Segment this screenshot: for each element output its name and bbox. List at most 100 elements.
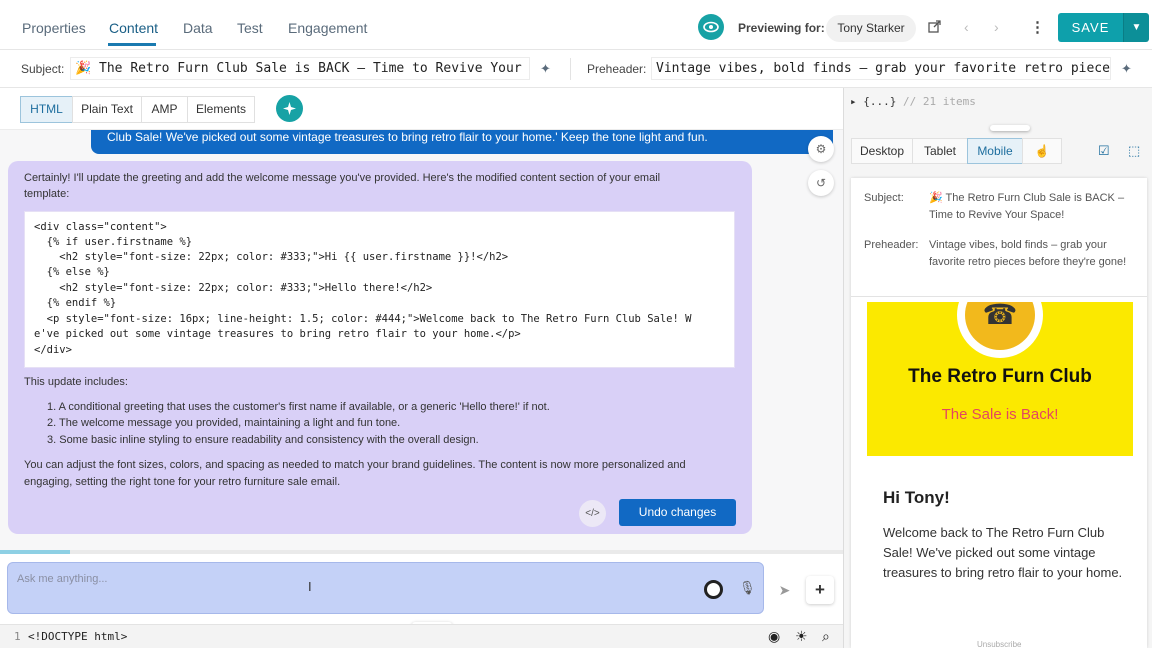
inspect-icon[interactable]: ⬚ [1128,143,1140,159]
progress-fill [0,550,70,554]
active-tab-indicator [108,43,156,46]
hero-subtitle: The Sale is Back! [941,406,1059,423]
update-heading: This update includes: [24,376,128,388]
mode-tab-amp[interactable]: AMP [141,96,188,123]
code-editor-strip: 1 <!DOCTYPE html> ◉ ☀ ⌕ [0,624,843,648]
preview-preheader-value: Vintage vibes, bold finds – grab your fa… [929,239,1127,268]
unsubscribe-link[interactable]: Unsubscribe [977,640,1021,648]
device-tab-mobile[interactable]: Mobile [967,138,1023,164]
mode-tab-plain-text[interactable]: Plain Text [72,96,142,123]
tab-data[interactable]: Data [183,20,213,36]
undo-changes-button[interactable]: Undo changes [619,499,736,526]
eye-icon[interactable]: ◉ [768,628,780,645]
code-line: {% else %} [34,266,110,278]
preview-subject-value: 🎉 The Retro Furn Club Sale is BACK – Tim… [929,192,1125,221]
subject-input[interactable]: 🎉 The Retro Furn Club Sale is BACK – Tim… [70,57,530,80]
microphone-icon[interactable]: 🎙 [739,580,756,596]
preview-toggle-button[interactable] [698,14,724,40]
preview-panel: ▸ {...} // 21 items Desktop Tablet Mobil… [844,88,1152,648]
preview-user-select[interactable]: Tony Starker [826,15,916,42]
email-body: Welcome back to The Retro Furn Club Sale… [883,525,1123,580]
code-line: <p style="font-size: 16px; line-height: … [34,313,692,325]
code-line: <h2 style="font-size: 22px; color: #333;… [34,251,509,263]
eye-icon [703,21,719,33]
subject-bar: Subject: 🎉 The Retro Furn Club Sale is B… [0,50,1152,88]
json-data-summary[interactable]: ▸ {...} // 21 items [850,95,976,108]
code-line: <h2 style="font-size: 22px; color: #333;… [34,282,433,294]
preheader-input[interactable]: Vintage vibes, bold finds – grab your fa… [651,57,1111,80]
app-root: Properties Content Data Test Engagement … [0,0,1152,648]
user-message-text: Club Sale! We've picked out some vintage… [107,130,708,144]
more-vertical-icon[interactable]: ⋮ [1030,18,1045,36]
code-line: <div class="content"> [34,221,167,233]
search-icon[interactable]: ⌕ [822,628,830,645]
preview-subject-label: Subject: [864,192,904,204]
history-button[interactable]: ↺ [808,170,834,196]
preview-preheader-label: Preheader: [864,239,919,251]
save-dropdown-button[interactable]: ▼ [1123,13,1149,42]
progress-bar [0,550,843,554]
user-message-bubble: Club Sale! We've picked out some vintage… [91,130,833,154]
preheader-label: Preheader: [587,62,647,76]
device-tab-desktop[interactable]: Desktop [851,138,913,164]
json-comment: // 21 items [902,95,976,108]
tab-test[interactable]: Test [237,20,263,36]
ai-response-bubble: Certainly! I'll update the greeting and … [8,161,752,534]
resize-handle[interactable] [990,125,1030,131]
settings-button[interactable]: ⚙ [808,136,834,162]
add-button[interactable]: + [806,576,834,604]
code-line: </div> [34,344,72,356]
chat-input-box[interactable]: Ask me anything... I 🎙 [7,562,764,614]
magic-wand-icon[interactable]: ✦ [1121,61,1132,77]
email-hero: ☎ The Retro Furn Club The Sale is Back! [867,302,1133,456]
ai-intro-line-2: template: [24,188,70,200]
subject-label: Subject: [21,62,65,76]
code-line: {% endif %} [34,297,117,309]
mode-tab-elements[interactable]: Elements [187,96,255,123]
brightness-icon[interactable]: ☀ [795,628,808,645]
closing-line-1: You can adjust the font sizes, colors, a… [24,459,686,471]
list-item: 1. A conditional greeting that uses the … [47,401,550,413]
send-icon: ➤ [778,582,791,598]
interactive-mode-button[interactable]: ☝ [1022,138,1062,164]
code-block: <div class="content"> {% if user.firstna… [24,211,735,368]
editor-mode-tabs: HTML Plain Text AMP Elements [0,88,843,130]
previewing-label: Previewing for: [738,21,825,35]
magic-wand-icon[interactable]: ✦ [540,61,551,77]
tab-content[interactable]: Content [109,20,158,36]
sparkle-icon [283,102,296,115]
tab-properties[interactable]: Properties [22,20,86,36]
list-item: 3. Some basic inline styling to ensure r… [47,434,479,446]
save-button[interactable]: SAVE [1058,13,1123,42]
tab-engagement[interactable]: Engagement [288,20,367,36]
json-summary: ▸ {...} [850,95,897,108]
closing-line-2: engaging, setting the right tone for you… [24,476,341,488]
gear-icon: ⚙ [815,142,827,156]
view-code-button[interactable]: </> [579,500,606,527]
ai-assistant-button[interactable] [276,95,303,122]
history-icon: ↺ [815,176,827,190]
email-greeting: Hi Tony! [883,488,950,507]
divider [570,58,571,80]
hand-pointer-icon: ☝ [1034,144,1050,158]
logo: ☎ [957,302,1043,358]
text-cursor-icon: I [308,579,312,594]
mode-tab-html[interactable]: HTML [20,96,73,123]
line-number: 1 [14,630,21,643]
chevron-left-icon[interactable]: ‹ [964,19,969,35]
grammarly-icon[interactable] [704,580,723,599]
code-line: <!DOCTYPE html> [28,630,128,643]
divider [851,296,1147,297]
code-icon: </> [585,508,600,519]
external-link-icon[interactable] [928,20,941,33]
send-button[interactable]: ➤ [771,577,798,604]
code-line: {% if user.firstname %} [34,236,193,248]
device-tab-tablet[interactable]: Tablet [912,138,968,164]
code-line: e've picked out some vintage treasures t… [34,328,521,340]
chat-input-placeholder: Ask me anything... [17,573,108,585]
top-nav-bar: Properties Content Data Test Engagement … [0,0,1152,50]
checklist-icon[interactable]: ☑ [1098,143,1110,159]
caret-down-icon: ▼ [1131,22,1142,33]
chevron-right-icon[interactable]: › [994,19,999,35]
email-preview-card: Subject: 🎉 The Retro Furn Club Sale is B… [851,178,1147,648]
